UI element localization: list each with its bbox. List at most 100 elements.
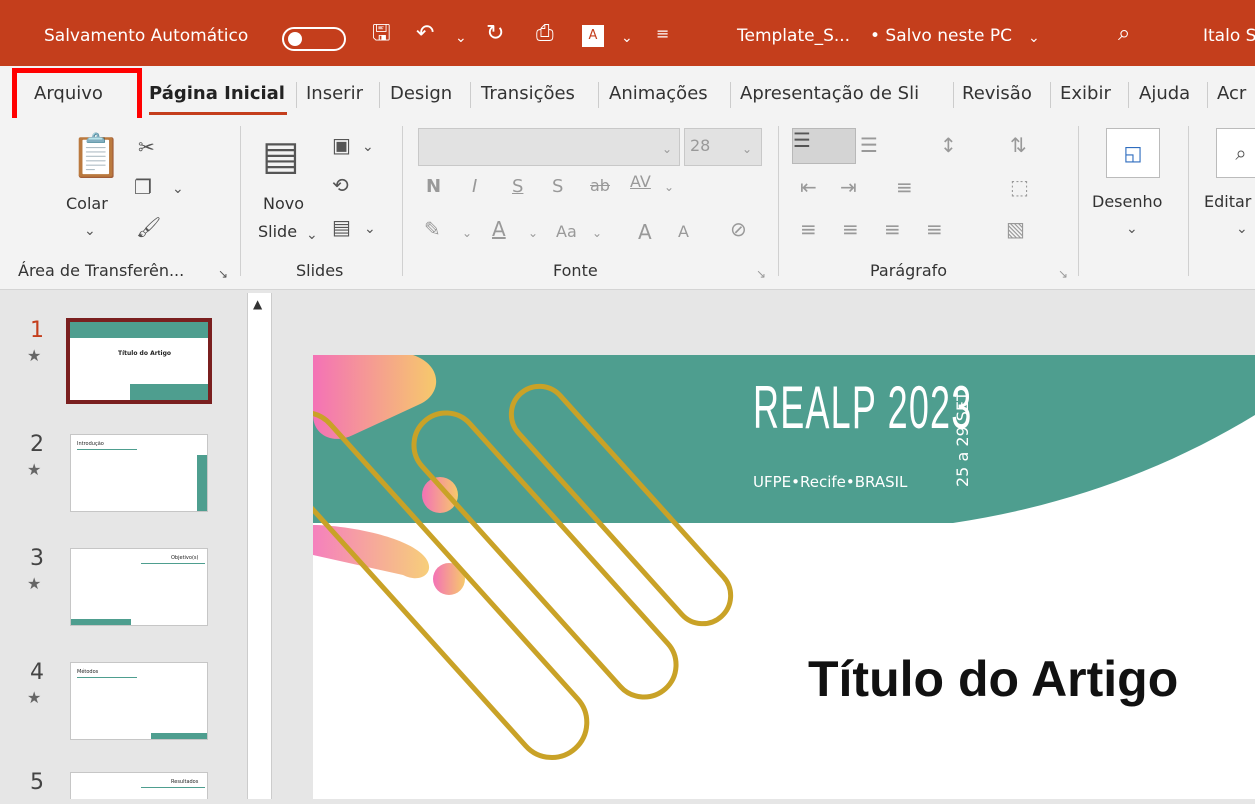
scroll-up-icon[interactable]: ▲ (253, 297, 262, 311)
align-center-icon[interactable]: ≡ (842, 218, 859, 240)
align-text-icon[interactable]: ⬚ (1010, 176, 1029, 198)
paste-dropdown-icon[interactable]: ⌄ (84, 220, 96, 242)
redo-icon[interactable]: ↻ (486, 22, 504, 46)
paragraph-launcher-icon[interactable]: ↘ (1058, 263, 1068, 285)
new-slide-icon[interactable]: ▤ (262, 134, 300, 178)
italic-button[interactable]: I (472, 176, 477, 197)
slide-number: 4 (30, 660, 44, 685)
copy-dropdown-icon[interactable]: ⌄ (172, 178, 184, 200)
char-spacing-button[interactable]: AV (630, 172, 651, 191)
grow-font-button[interactable]: A (638, 220, 652, 244)
layout-icon[interactable]: ▣ (332, 134, 351, 156)
transition-star-icon: ★ (27, 688, 42, 707)
thumbnail-title: Objetivo(s) (171, 555, 199, 561)
change-case-dropdown-icon[interactable]: ⌄ (592, 222, 602, 244)
reset-icon[interactable]: ⟲ (332, 174, 349, 196)
file-name[interactable]: Template_S... (737, 26, 850, 46)
present-icon[interactable]: ⎙ (536, 22, 554, 46)
numbering-icon[interactable]: ☰ (860, 134, 878, 156)
transition-star-icon: ★ (27, 460, 42, 479)
customize-icon[interactable]: ≡ (656, 22, 669, 46)
format-painter-icon[interactable]: 🖌 (136, 216, 161, 238)
clear-format-icon[interactable]: ⊘ (730, 218, 747, 240)
tab-inserir[interactable]: Inserir (306, 83, 363, 104)
tab-exibir[interactable]: Exibir (1060, 83, 1111, 104)
font-color-icon[interactable]: A (492, 218, 506, 240)
slide-thumbnail-3[interactable]: Objetivo(s) (70, 548, 208, 626)
new-slide-label-2[interactable]: Slide (258, 222, 297, 241)
shrink-font-button[interactable]: A (678, 222, 689, 241)
cut-icon[interactable]: ✂ (138, 136, 155, 158)
tab-transicoes[interactable]: Transições (481, 83, 575, 104)
slide-thumbnail-5[interactable]: Resultados (70, 772, 208, 799)
strikethrough-button[interactable]: ab (590, 176, 610, 195)
decrease-indent-icon[interactable]: ⇤ (800, 176, 817, 198)
font-launcher-icon[interactable]: ↘ (756, 263, 766, 285)
undo-icon[interactable]: ↶ (416, 22, 434, 46)
drawing-icon[interactable]: ◱ (1106, 128, 1160, 178)
thumbnail-title: Título do Artigo (118, 350, 172, 357)
paste-icon[interactable]: 📋 (70, 132, 122, 180)
clipboard-launcher-icon[interactable]: ↘ (218, 263, 228, 285)
tab-acrobat[interactable]: Acr (1217, 83, 1246, 104)
slide-thumbnail-4[interactable]: Métodos (70, 662, 208, 740)
align-right-icon[interactable]: ≡ (884, 218, 901, 240)
align-left-icon[interactable]: ≡ (800, 218, 817, 240)
editing-dropdown-icon[interactable]: ⌄ (1236, 218, 1248, 240)
columns-icon[interactable]: ≡ (896, 176, 913, 198)
layout-dropdown-icon[interactable]: ⌄ (362, 136, 374, 158)
slide-title[interactable]: Título do Artigo (808, 650, 1178, 708)
justify-icon[interactable]: ≡ (926, 218, 943, 240)
undo-dropdown-icon[interactable]: ⌄ (455, 26, 467, 50)
tab-separator (730, 82, 731, 108)
char-spacing-dropdown-icon[interactable]: ⌄ (664, 176, 674, 198)
line-spacing-icon[interactable]: ↕ (940, 134, 957, 156)
editing-label[interactable]: Editar (1204, 192, 1251, 211)
font-color-icon[interactable]: A (582, 25, 604, 47)
event-place: UFPE•Recife•BRASIL (753, 473, 908, 491)
slide-thumbnail-1[interactable]: Título do Artigo (66, 318, 212, 404)
highlight-icon[interactable]: ✎ (424, 218, 441, 240)
editing-search-icon[interactable]: ⌕ (1216, 128, 1255, 178)
font-color-dropdown-icon[interactable]: ⌄ (528, 222, 538, 244)
save-status-dropdown-icon[interactable]: ⌄ (1028, 26, 1040, 50)
search-icon[interactable]: ⌕ (1118, 22, 1130, 46)
underline-button[interactable]: S (512, 176, 523, 197)
shadow-button[interactable]: S (552, 176, 563, 197)
slide-number: 2 (30, 432, 44, 457)
tab-apresentacao[interactable]: Apresentação de Sli (740, 83, 952, 104)
main-slide[interactable]: REALP 2023 25 a 29 SET UFPE•Recife•BRASI… (266, 355, 1255, 799)
save-status[interactable]: • Salvo neste PC (870, 26, 1012, 46)
slide-thumbnail-2[interactable]: Introdução (70, 434, 208, 512)
copy-icon[interactable]: ❐ (134, 176, 152, 198)
group-separator (1188, 126, 1189, 276)
new-slide-label-1[interactable]: Novo (263, 194, 304, 213)
drawing-label[interactable]: Desenho (1092, 192, 1162, 211)
drawing-dropdown-icon[interactable]: ⌄ (1126, 218, 1138, 240)
tab-pagina-inicial[interactable]: Página Inicial (149, 83, 285, 104)
user-name[interactable]: Italo S (1203, 26, 1255, 46)
save-icon[interactable]: 🖫 (372, 22, 391, 46)
bullets-button[interactable]: ☰ (792, 128, 856, 164)
tab-ajuda[interactable]: Ajuda (1139, 83, 1190, 104)
new-slide-dropdown-icon[interactable]: ⌄ (306, 224, 318, 246)
bold-button[interactable]: N (426, 176, 441, 197)
font-name-combo[interactable] (418, 128, 680, 166)
change-case-button[interactable]: Aa (556, 222, 577, 241)
paste-label[interactable]: Colar (66, 194, 108, 213)
smartart-icon[interactable]: ▧ (1006, 218, 1025, 240)
section-dropdown-icon[interactable]: ⌄ (364, 218, 376, 240)
autosave-toggle[interactable] (282, 27, 346, 51)
tab-animacoes[interactable]: Animações (609, 83, 708, 104)
font-color-dropdown-icon[interactable]: ⌄ (621, 26, 633, 50)
tab-revisao[interactable]: Revisão (962, 83, 1032, 104)
tab-design[interactable]: Design (390, 83, 452, 104)
text-direction-icon[interactable]: ⇅ (1010, 134, 1027, 156)
font-size-value: 28 (690, 136, 711, 155)
font-name-dropdown-icon[interactable]: ⌄ (662, 138, 672, 160)
increase-indent-icon[interactable]: ⇥ (840, 176, 857, 198)
highlight-dropdown-icon[interactable]: ⌄ (462, 222, 472, 244)
font-size-dropdown-icon[interactable]: ⌄ (742, 138, 752, 160)
section-icon[interactable]: ▤ (332, 216, 351, 238)
thumbnail-scrollbar[interactable]: ▲ (247, 293, 272, 799)
